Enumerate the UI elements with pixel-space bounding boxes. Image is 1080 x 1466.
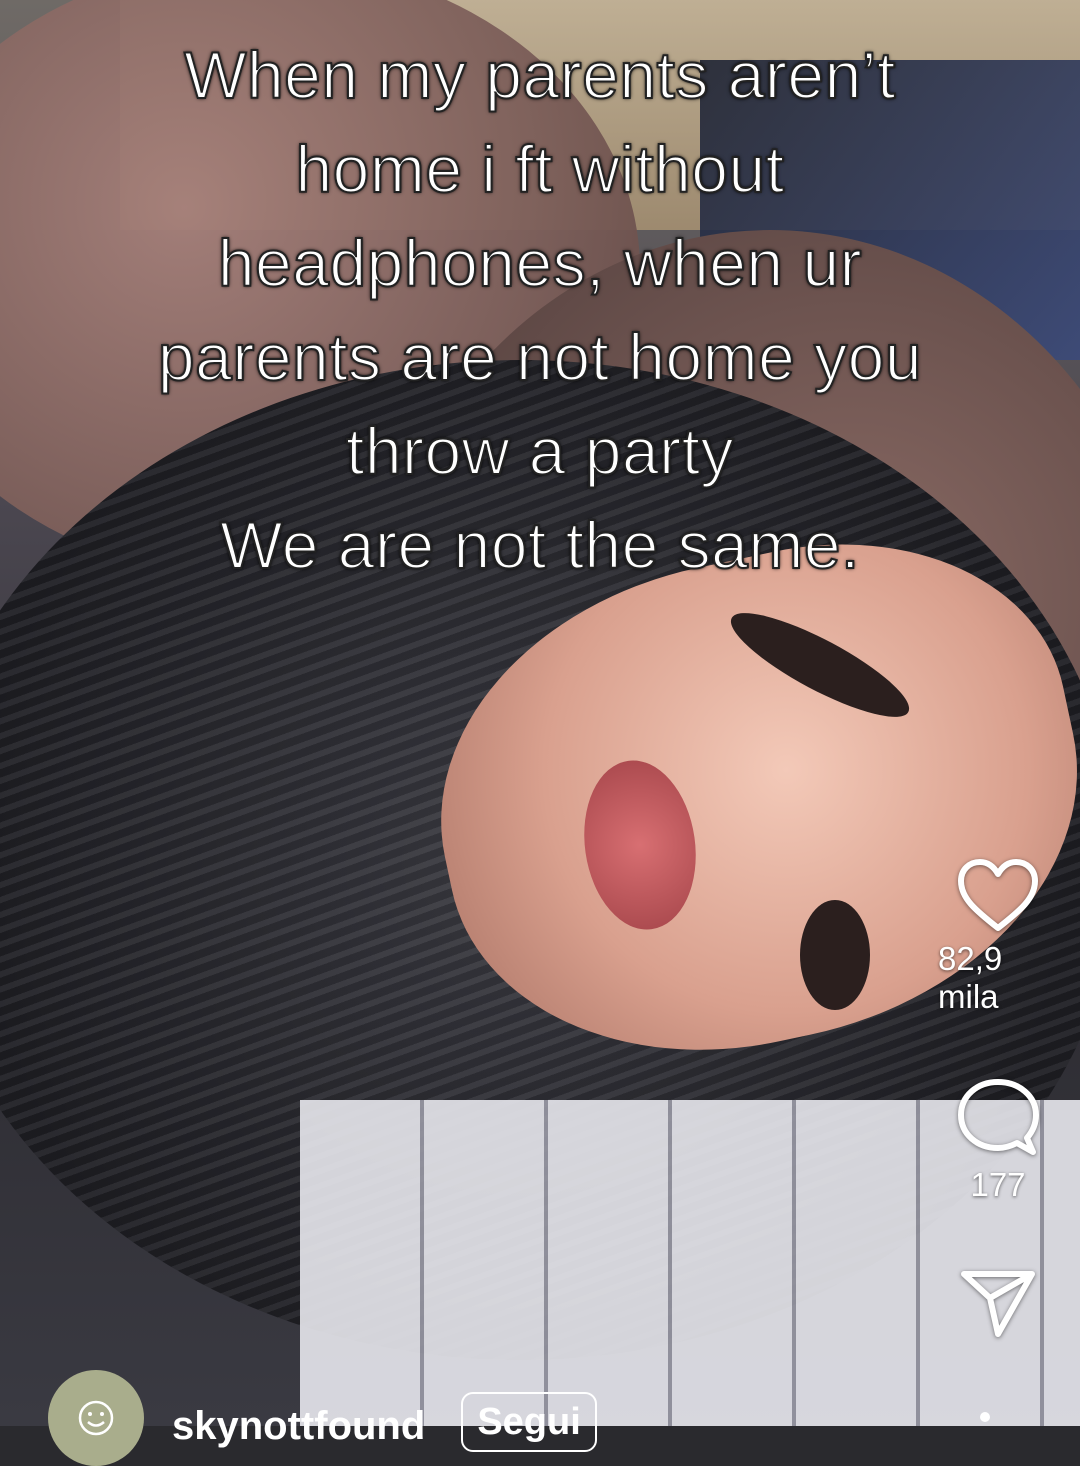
share-button[interactable]: [960, 1268, 1036, 1338]
caption-line: headphones, when ur: [217, 225, 863, 301]
like-button[interactable]: 82,9 mila: [938, 858, 1058, 1016]
action-bar: 82,9 mila 177: [938, 858, 1058, 1338]
reel-caption: When my parents aren’t home i ft without…: [60, 28, 1020, 592]
avatar[interactable]: [48, 1370, 144, 1466]
follow-button[interactable]: Segui: [461, 1392, 597, 1452]
eye: [800, 900, 870, 1010]
smiley-icon: [78, 1400, 114, 1436]
send-icon: [960, 1268, 1036, 1338]
caption-line: parents are not home you: [157, 319, 923, 395]
comment-bubble-icon: [957, 1078, 1039, 1158]
caption-line: throw a party: [345, 413, 735, 489]
more-options-icon[interactable]: [980, 1412, 990, 1422]
caption-line: We are not the same.: [219, 507, 860, 583]
author-bar: skynottfound Segui: [48, 1370, 597, 1466]
caption-line: home i ft without: [294, 131, 785, 207]
author-username[interactable]: skynottfound: [172, 1404, 425, 1449]
comment-count: 177: [970, 1166, 1026, 1203]
comment-button[interactable]: 177: [957, 1078, 1039, 1204]
heart-icon: [957, 858, 1039, 932]
caption-line: When my parents aren’t: [183, 37, 896, 113]
like-count: 82,9 mila: [938, 940, 1003, 1015]
